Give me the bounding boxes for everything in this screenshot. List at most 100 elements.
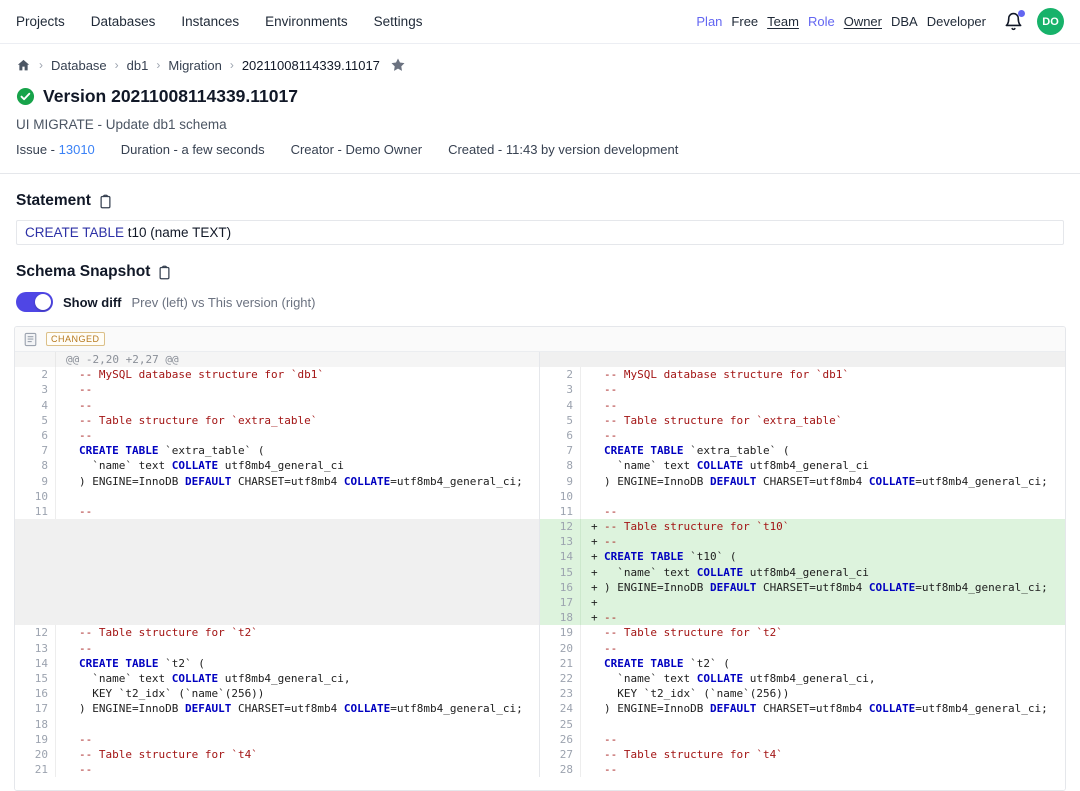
diff-right-cell: 24) ENGINE=InnoDB DEFAULT CHARSET=utf8mb… — [540, 701, 1065, 716]
nav-item-instances[interactable]: Instances — [181, 14, 239, 29]
chevron-right-icon: › — [230, 58, 234, 72]
diff-row: 17) ENGINE=InnoDB DEFAULT CHARSET=utf8mb… — [15, 701, 1065, 716]
diff-right-cell: 10 — [540, 489, 1065, 504]
copy-schema-icon[interactable] — [157, 265, 172, 280]
breadcrumb-item-1[interactable]: Database — [51, 58, 107, 73]
code-line: -- Table structure for `extra_table` — [580, 413, 1065, 428]
line-number: 17 — [15, 701, 55, 716]
breadcrumb: › Database›db1›Migration›20211008114339.… — [0, 57, 1080, 73]
diff-right-cell: 18+-- — [540, 610, 1065, 625]
line-number: 28 — [540, 762, 580, 777]
diff-right-cell: 27-- Table structure for `t4` — [540, 747, 1065, 762]
code-text: -- — [79, 763, 92, 776]
nav-item-environments[interactable]: Environments — [265, 14, 348, 29]
nav-item-databases[interactable]: Databases — [91, 14, 156, 29]
breadcrumb-item-4[interactable]: 20211008114339.11017 — [242, 58, 380, 73]
code-line: -- — [55, 382, 539, 397]
line-number: 18 — [540, 610, 580, 625]
diff-row: 11--11-- — [15, 504, 1065, 519]
diff-left-cell: @@ -2,20 +2,27 @@ — [15, 352, 540, 367]
code-text: KEY `t2_idx` (`name`(256)) — [79, 687, 264, 700]
star-icon[interactable] — [390, 57, 406, 73]
avatar[interactable]: DO — [1037, 8, 1064, 35]
top-nav-right: PlanFreeTeamRoleOwnerDBADeveloper DO — [696, 8, 1064, 35]
schema-snapshot-heading: Schema Snapshot — [16, 263, 150, 281]
line-number: 19 — [540, 625, 580, 640]
code-line — [580, 489, 1065, 504]
meta-item-2: Duration - a few seconds — [121, 142, 265, 157]
code-line: -- MySQL database structure for `db1` — [55, 367, 539, 382]
line-number: 20 — [540, 641, 580, 656]
nav-developer[interactable]: Developer — [927, 14, 986, 29]
diff-row: 15 `name` text COLLATE utf8mb4_general_c… — [15, 671, 1065, 686]
line-number: 26 — [540, 732, 580, 747]
line-number: 10 — [15, 489, 55, 504]
diff-row: 21 -- 28-- — [15, 762, 1065, 777]
nav-team[interactable]: Team — [767, 14, 799, 29]
line-number: 14 — [540, 549, 580, 564]
show-diff-toggle[interactable] — [16, 292, 53, 312]
nav-owner[interactable]: Owner — [844, 14, 882, 29]
section-divider — [0, 173, 1080, 174]
chevron-right-icon: › — [115, 58, 119, 72]
breadcrumb-item-3[interactable]: Migration — [168, 58, 221, 73]
diff-left-cell — [15, 534, 540, 549]
breadcrumb-item-2[interactable]: db1 — [127, 58, 149, 73]
home-icon[interactable] — [16, 58, 31, 73]
diff-right-cell: 28-- — [540, 762, 1065, 777]
changed-badge: CHANGED — [46, 332, 105, 346]
code-line: `name` text COLLATE utf8mb4_general_ci, — [580, 671, 1065, 686]
line-number: 4 — [15, 398, 55, 413]
diff-right-cell: 16+) ENGINE=InnoDB DEFAULT CHARSET=utf8m… — [540, 580, 1065, 595]
code-text: CREATE TABLE `t2` ( — [604, 657, 730, 670]
line-number: 21 — [540, 656, 580, 671]
diff-left-cell: 18 — [15, 717, 540, 732]
line-number: 11 — [15, 504, 55, 519]
code-text: -- — [79, 399, 92, 412]
code-text: -- — [604, 505, 617, 518]
diff-marker: + — [591, 580, 604, 595]
line-number: 4 — [540, 398, 580, 413]
copy-statement-icon[interactable] — [98, 194, 113, 209]
code-line: -- — [580, 732, 1065, 747]
line-number: 23 — [540, 686, 580, 701]
line-number: 17 — [540, 595, 580, 610]
nav-free[interactable]: Free — [731, 14, 758, 29]
nav-role: Role — [808, 14, 835, 29]
line-number: 7 — [540, 443, 580, 458]
code-line: -- — [55, 762, 539, 777]
nav-item-projects[interactable]: Projects — [16, 14, 65, 29]
code-text: CREATE TABLE `t10` ( — [604, 550, 736, 563]
line-number: 3 — [540, 382, 580, 397]
code-text: -- — [604, 535, 617, 548]
diff-left-cell — [15, 580, 540, 595]
diff-right-cell: 3 -- — [540, 382, 1065, 397]
nav-dba[interactable]: DBA — [891, 14, 918, 29]
diff-row: 8 `name` text COLLATE utf8mb4_general_ci… — [15, 458, 1065, 473]
code-text: -- — [604, 383, 617, 396]
code-line — [55, 717, 539, 732]
issue-link[interactable]: 13010 — [59, 142, 95, 157]
line-number: 21 — [15, 762, 55, 777]
line-number: 10 — [540, 489, 580, 504]
diff-marker: + — [591, 549, 604, 564]
code-text: -- — [79, 429, 92, 442]
line-number: 16 — [540, 580, 580, 595]
diff-right-cell: 19-- Table structure for `t2` — [540, 625, 1065, 640]
notification-dot — [1018, 10, 1025, 17]
line-number: 14 — [15, 656, 55, 671]
code-line: CREATE TABLE `extra_table` ( — [580, 443, 1065, 458]
line-number: 12 — [540, 519, 580, 534]
line-number: 24 — [540, 701, 580, 716]
diff-left-cell: 19-- — [15, 732, 540, 747]
notification-bell-icon[interactable] — [1004, 12, 1023, 31]
diff-right-cell — [540, 352, 1065, 367]
diff-left-cell: 4 -- — [15, 398, 540, 413]
diff-row: 3--3-- — [15, 382, 1065, 397]
nav-item-settings[interactable]: Settings — [374, 14, 423, 29]
diff-body[interactable]: @@ -2,20 +2,27 @@2-- MySQL database stru… — [15, 352, 1065, 790]
code-text: -- — [79, 733, 92, 746]
diff-right-cell: 11-- — [540, 504, 1065, 519]
code-line: -- — [55, 428, 539, 443]
diff-right-cell: 26-- — [540, 732, 1065, 747]
